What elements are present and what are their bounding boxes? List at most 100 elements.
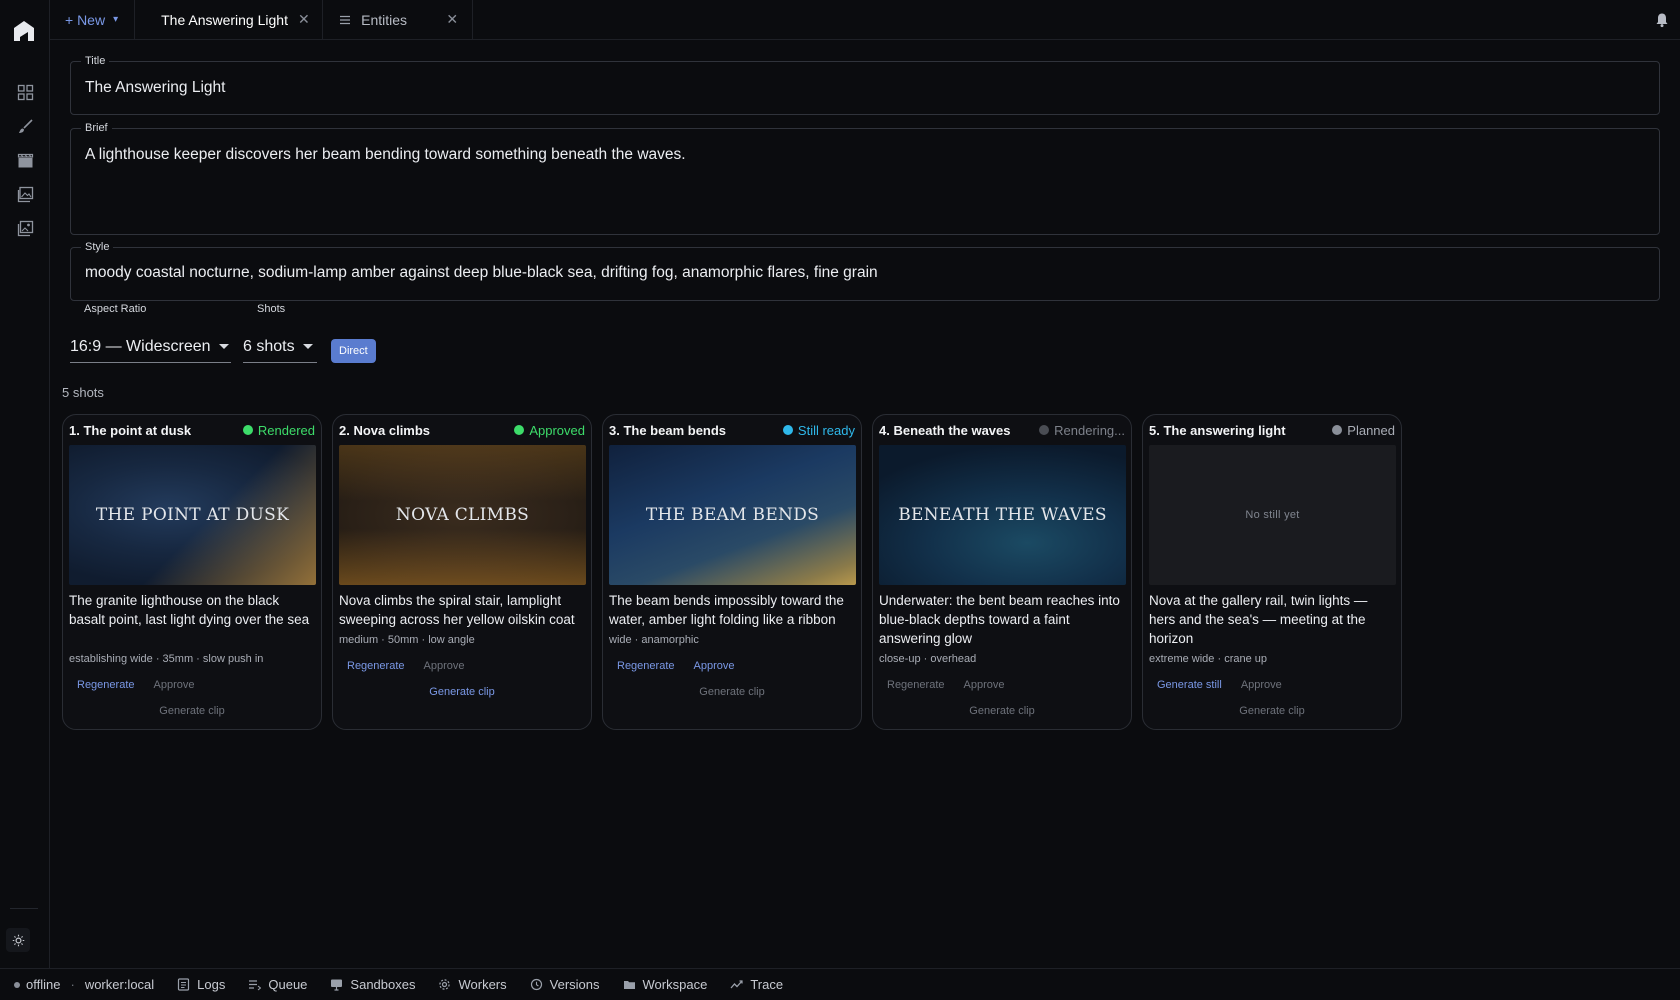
logs-button[interactable]: Logs xyxy=(177,977,225,992)
shot-title: 1. The point at dusk xyxy=(69,422,192,438)
still-caption: THE BEAM BENDS xyxy=(645,505,820,525)
gallery-icon[interactable] xyxy=(13,216,37,240)
title-value[interactable]: The Answering Light xyxy=(85,79,225,97)
generate-clip-button[interactable]: Generate clip xyxy=(333,686,591,698)
trace-label: Trace xyxy=(750,977,784,992)
workers-label: Workers xyxy=(458,977,507,992)
aspect-ratio-select[interactable]: 16:9 — Widescreen xyxy=(70,331,231,363)
brief-value[interactable]: A lighthouse keeper discovers her beam b… xyxy=(85,146,686,164)
shot-meta: close-up · overhead xyxy=(879,653,977,665)
new-button-label: + New xyxy=(65,11,106,28)
queue-button[interactable]: Queue xyxy=(248,977,307,992)
trace-button[interactable]: Trace xyxy=(730,977,783,992)
tab-entities[interactable]: Entities ✕ xyxy=(323,0,474,39)
status-bar: offline · worker:local Logs Queue Sandbo… xyxy=(0,968,1680,1000)
status-badge: Rendering... xyxy=(1039,423,1125,438)
shot-title: 3. The beam bends xyxy=(609,422,727,438)
status-badge: Rendered xyxy=(242,423,315,438)
rail-divider xyxy=(10,908,38,909)
shot-description: Underwater: the bent beam reaches into b… xyxy=(879,593,1120,646)
shot-meta: medium · 50mm · low angle xyxy=(339,634,475,646)
queue-icon xyxy=(249,980,262,991)
versions-label: Versions xyxy=(549,977,600,992)
shot-meta: extreme wide · crane up xyxy=(1149,653,1267,665)
title-field[interactable]: Title The Answering Light xyxy=(70,54,1660,115)
approve-button[interactable]: Approve xyxy=(694,660,735,672)
regenerate-button[interactable]: Regenerate xyxy=(617,660,675,672)
approve-button[interactable]: Approve xyxy=(154,679,195,691)
status-dot xyxy=(1332,425,1343,435)
status-dot xyxy=(242,425,253,435)
shot-still-image[interactable]: THE BEAM BENDS xyxy=(609,445,856,585)
left-rail xyxy=(0,0,50,968)
generate-clip-button[interactable]: Generate clip xyxy=(873,705,1131,717)
tab-the-answering-light[interactable]: The Answering Light ✕ xyxy=(135,0,324,39)
style-value[interactable]: moody coastal nocturne, sodium-lamp ambe… xyxy=(85,264,878,282)
bell-icon[interactable] xyxy=(1654,12,1670,28)
tab-label: Entities xyxy=(361,11,408,28)
generate-still-button[interactable]: Generate still xyxy=(1157,679,1222,691)
still-caption: THE POINT AT DUSK xyxy=(95,505,290,525)
generate-clip-button[interactable]: Generate clip xyxy=(63,705,321,717)
theme-toggle-button[interactable] xyxy=(6,928,30,952)
caret-down-icon: ▾ xyxy=(113,14,119,25)
logs-icon xyxy=(178,978,190,991)
shot-title: 2. Nova climbs xyxy=(339,422,431,438)
regenerate-button[interactable]: Regenerate xyxy=(887,679,945,691)
main-content: Title The Answering Light Brief A lighth… xyxy=(50,40,1680,968)
still-caption: BENEATH THE WAVES xyxy=(898,505,1107,525)
shot-count: 5 shots xyxy=(62,385,104,400)
approve-button[interactable]: Approve xyxy=(964,679,1005,691)
grid-icon[interactable] xyxy=(13,80,37,104)
aspect-ratio-label: Aspect Ratio xyxy=(84,303,147,315)
shots-label: Shots xyxy=(257,303,286,315)
worker-status: worker:local xyxy=(84,977,155,992)
style-field[interactable]: Style moody coastal nocturne, sodium-lam… xyxy=(70,240,1660,301)
shot-description: The beam bends impossibly toward the wat… xyxy=(609,593,844,627)
sandboxes-button[interactable]: Sandboxes xyxy=(330,977,415,992)
status-text: Still ready xyxy=(797,422,855,438)
brief-field[interactable]: Brief A lighthouse keeper discovers her … xyxy=(70,121,1660,235)
shot-still-image[interactable]: THE POINT AT DUSK xyxy=(69,445,316,585)
shot-still-image[interactable]: NOVA CLIMBS xyxy=(339,445,586,585)
clapper-icon[interactable] xyxy=(13,148,37,172)
logs-label: Logs xyxy=(197,977,226,992)
new-button[interactable]: + New ▾ xyxy=(50,0,136,39)
queue-label: Queue xyxy=(268,977,308,992)
connection-status-dot xyxy=(14,981,20,988)
shot-meta: wide · anamorphic xyxy=(609,634,699,646)
generate-clip-button[interactable]: Generate clip xyxy=(1143,705,1401,717)
tab-bar: + New ▾ The Answering Light ✕ Entities ✕ xyxy=(50,0,1680,40)
shots-select[interactable]: 6 shots xyxy=(243,331,317,363)
images-icon[interactable] xyxy=(13,182,37,206)
workspace-label: Workspace xyxy=(642,977,708,992)
status-badge: Still ready xyxy=(782,422,855,438)
approve-button[interactable]: Approve xyxy=(424,660,465,672)
title-label: Title xyxy=(81,54,110,68)
workspace-button[interactable]: Workspace xyxy=(623,977,708,992)
style-label: Style xyxy=(81,240,114,254)
caret-down-icon xyxy=(218,344,229,349)
close-icon[interactable]: ✕ xyxy=(446,11,458,28)
regenerate-button[interactable]: Regenerate xyxy=(347,660,405,672)
workers-button[interactable]: Workers xyxy=(438,977,507,992)
regenerate-button[interactable]: Regenerate xyxy=(77,679,135,691)
brief-label: Brief xyxy=(81,121,112,135)
shots-value: 6 shots xyxy=(243,337,295,355)
generate-clip-button[interactable]: Generate clip xyxy=(603,686,861,698)
status-dot xyxy=(1039,425,1050,435)
aspect-ratio-value: 16:9 — Widescreen xyxy=(70,337,211,355)
connection-status: offline xyxy=(26,977,61,992)
approve-button[interactable]: Approve xyxy=(1241,679,1282,691)
status-text: Rendering... xyxy=(1054,422,1125,438)
brush-icon[interactable] xyxy=(13,114,37,138)
status-text: Planned xyxy=(1347,422,1395,438)
status-badge: Planned xyxy=(1332,423,1395,438)
close-icon[interactable]: ✕ xyxy=(298,11,310,28)
shot-still-placeholder: No still yet xyxy=(1149,445,1396,585)
shot-still-image[interactable]: BENEATH THE WAVES xyxy=(879,445,1126,585)
versions-button[interactable]: Versions xyxy=(530,977,600,992)
app-logo-icon[interactable] xyxy=(11,18,37,44)
direct-button[interactable]: Direct xyxy=(331,339,376,363)
still-caption: NOVA CLIMBS xyxy=(395,505,530,525)
